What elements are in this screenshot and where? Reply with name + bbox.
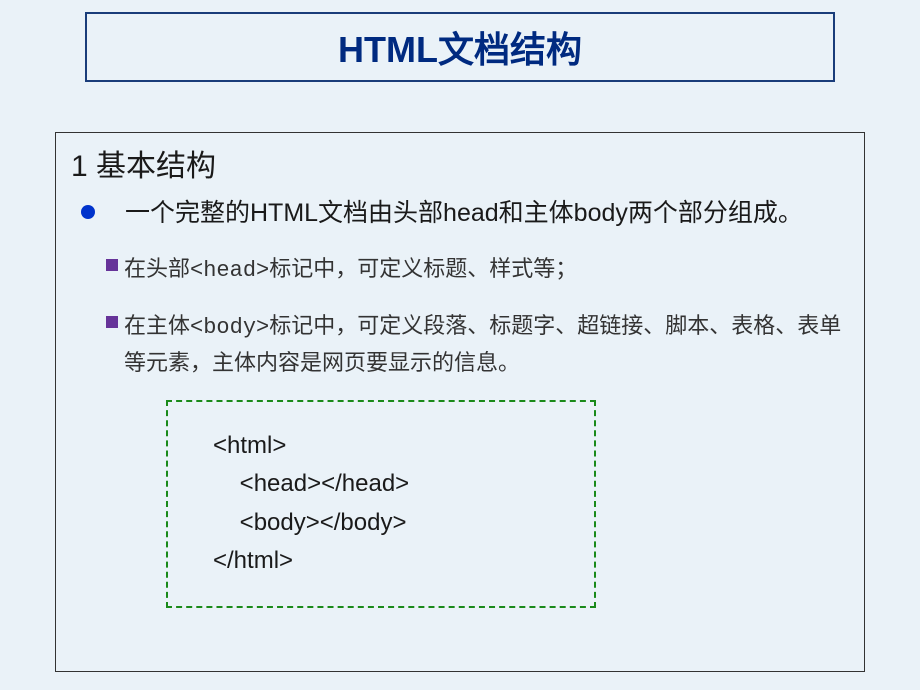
code-line-2: <head></head> (213, 465, 549, 503)
code-line-3: <body></body> (213, 504, 549, 542)
page-title: HTML文档结构 (338, 21, 582, 73)
title-box: HTML文档结构 (85, 12, 835, 82)
content-box: 1 基本结构 一个完整的HTML文档由头部head和主体body两个部分组成。 … (55, 132, 865, 672)
main-bullet: 一个完整的HTML文档由头部head和主体body两个部分组成。 (81, 195, 849, 233)
square-icon (106, 316, 118, 328)
bullet-icon (81, 205, 95, 219)
sub-bullet-2-text: 在主体<body>标记中，可定义段落、标题字、超链接、脚本、表格、表单等元素，主… (124, 308, 849, 380)
sub-bullet-1-text: 在头部<head>标记中，可定义标题、样式等； (124, 251, 577, 288)
sub2-tag: <body> (190, 315, 269, 340)
section-heading: 1 基本结构 (71, 141, 849, 185)
code-line-1: <html> (213, 427, 549, 465)
square-icon (106, 259, 118, 271)
code-example-box: <html> <head></head> <body></body> </htm… (166, 400, 596, 608)
main-bullet-text: 一个完整的HTML文档由头部head和主体body两个部分组成。 (125, 195, 803, 233)
sub1-tag: <head> (190, 258, 269, 283)
code-line-4: </html> (213, 542, 549, 580)
sub1-suffix: 标记中，可定义标题、样式等； (269, 256, 577, 281)
sub-bullet-2: 在主体<body>标记中，可定义段落、标题字、超链接、脚本、表格、表单等元素，主… (106, 308, 849, 380)
sub2-prefix: 在主体 (124, 313, 190, 338)
sub1-prefix: 在头部 (124, 256, 190, 281)
sub-bullet-1: 在头部<head>标记中，可定义标题、样式等； (106, 251, 849, 288)
